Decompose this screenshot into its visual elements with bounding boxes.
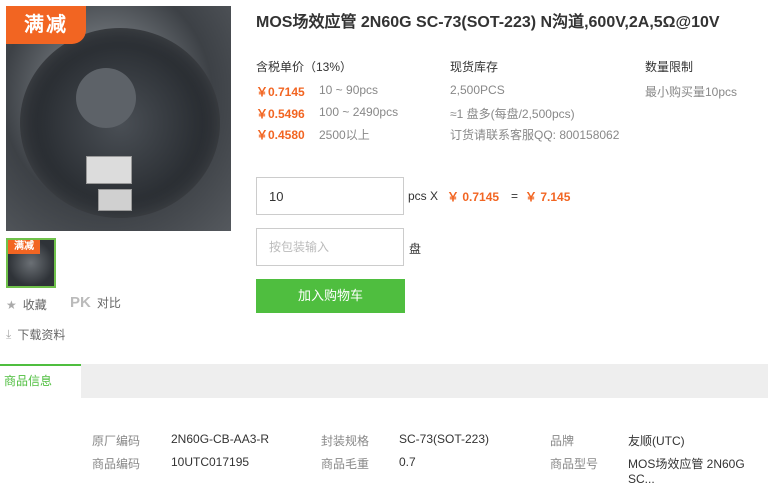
min-purchase: 最小购买量10pcs	[645, 85, 738, 99]
tier-price: ￥0.7145	[256, 85, 305, 99]
reel-label	[86, 156, 132, 184]
tab-product-info[interactable]: 商品信息	[0, 364, 81, 398]
tier-price: ￥0.4580	[256, 128, 305, 142]
download-button[interactable]: ⤓ 下载资料	[6, 326, 65, 343]
tier-range: 2500以上	[319, 128, 370, 142]
reel-label-small	[98, 189, 132, 211]
download-label: 下载资料	[17, 328, 66, 342]
product-thumbnail[interactable]: 满减	[6, 238, 56, 288]
spec-label: 原厂编码	[92, 434, 141, 448]
package-unit: 盘	[409, 242, 422, 256]
equals-sign: =	[511, 189, 519, 203]
star-icon: ★	[6, 297, 17, 312]
spec-value: 友顺(UTC)	[628, 434, 685, 448]
stock-reel-info: ≈1 盘多(每盘/2,500pcs)	[450, 107, 575, 121]
stock-header: 现货库存	[450, 60, 499, 74]
promo-badge: 满减	[6, 6, 86, 44]
price-header: 含税单价（13%）	[256, 60, 353, 74]
pk-icon: PK	[70, 294, 91, 311]
tab-bar	[0, 364, 768, 398]
tier-range: 100 ~ 2490pcs	[319, 105, 399, 119]
spec-label: 商品型号	[550, 457, 599, 471]
favorite-label: 收藏	[22, 298, 47, 312]
download-icon: ⤓	[6, 327, 12, 341]
tier-range: 10 ~ 90pcs	[319, 83, 379, 97]
spec-value: MOS场效应管 2N60G SC...	[628, 457, 745, 486]
product-title: MOS场效应管 2N60G SC-73(SOT-223) N沟道,600V,2A…	[256, 14, 720, 31]
spec-label: 商品毛重	[321, 457, 370, 471]
spec-label: 品牌	[550, 434, 575, 448]
package-input[interactable]	[256, 228, 404, 266]
thumb-promo-badge: 满减	[8, 240, 40, 254]
compare-button[interactable]: PK 对比	[70, 294, 121, 311]
spec-value: 10UTC017195	[171, 455, 250, 469]
total-price: ￥ 7.145	[525, 190, 571, 204]
spec-label: 商品编码	[92, 457, 141, 471]
reel-hub	[76, 68, 136, 128]
unit-price: ￥ 0.7145	[447, 190, 500, 204]
qty-unit: pcs X	[408, 189, 439, 203]
tier-price: ￥0.5496	[256, 107, 305, 121]
add-to-cart-button[interactable]: 加入购物车	[256, 279, 405, 313]
quantity-input[interactable]	[256, 177, 404, 215]
spec-label: 封装规格	[321, 434, 370, 448]
spec-value: 2N60G-CB-AA3-R	[171, 432, 270, 446]
compare-label: 对比	[96, 296, 121, 310]
limit-header: 数量限制	[645, 60, 694, 74]
favorite-button[interactable]: ★ 收藏	[6, 296, 47, 313]
spec-value: SC-73(SOT-223)	[399, 432, 490, 446]
spec-value: 0.7	[399, 455, 416, 469]
stock-contact: 订货请联系客服QQ: 800158062	[450, 128, 620, 142]
stock-amount: 2,500PCS	[450, 83, 505, 97]
